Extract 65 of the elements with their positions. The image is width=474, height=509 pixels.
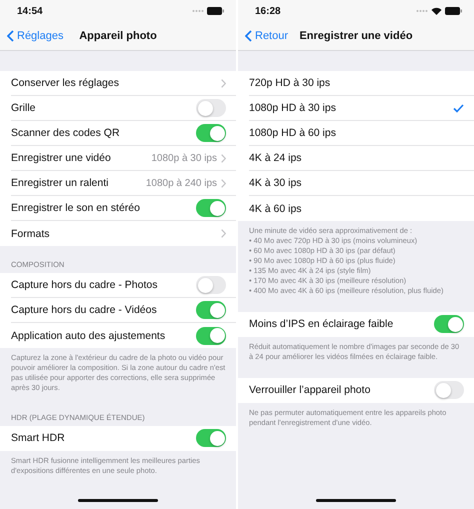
row-label: Verrouiller l’appareil photo bbox=[249, 384, 372, 396]
row-label: 4K à 24 ips bbox=[249, 152, 303, 164]
settings-row[interactable]: Enregistrer le son en stéréo bbox=[11, 196, 236, 221]
row-value: 1080p à 240 ips bbox=[146, 178, 217, 188]
row-label: 4K à 30 ips bbox=[249, 177, 303, 189]
status-time: 14:54 bbox=[17, 6, 43, 16]
row-label: Enregistrer une vidéo bbox=[11, 152, 112, 164]
settings-row[interactable]: Moins d’IPS en éclairage faible bbox=[249, 312, 474, 337]
chevron-right-icon bbox=[221, 154, 226, 162]
settings-row[interactable]: Smart HDR bbox=[11, 426, 236, 451]
status-time: 16:28 bbox=[255, 6, 281, 16]
toggle-switch[interactable] bbox=[196, 276, 226, 294]
settings-row[interactable]: Enregistrer un ralenti 1080p à 240 ips bbox=[11, 171, 236, 196]
option-row[interactable]: 1080p HD à 60 ips bbox=[249, 121, 474, 146]
row-label: 1080p HD à 60 ips bbox=[249, 127, 337, 139]
wifi-icon bbox=[431, 7, 442, 15]
back-button[interactable]: Retour bbox=[238, 30, 288, 42]
option-row[interactable]: 1080p HD à 30 ips bbox=[249, 96, 474, 121]
row-label: 4K à 60 ips bbox=[249, 202, 303, 214]
settings-row[interactable]: Capture hors du cadre - Vidéos bbox=[11, 298, 236, 323]
toggle-switch[interactable] bbox=[196, 199, 226, 217]
row-label: Formats bbox=[11, 228, 51, 240]
row-label: Moins d’IPS en éclairage faible bbox=[249, 318, 394, 330]
settings-row[interactable]: Conserver les réglages bbox=[11, 71, 236, 96]
toggle-switch[interactable] bbox=[196, 326, 226, 344]
row-label: 1080p HD à 30 ips bbox=[249, 102, 337, 114]
battery-icon bbox=[445, 7, 462, 15]
row-label: Application auto des ajustements bbox=[11, 330, 166, 342]
settings-row[interactable]: Application auto des ajustements bbox=[11, 323, 236, 348]
toggle-switch[interactable] bbox=[196, 124, 226, 142]
row-label: Smart HDR bbox=[11, 432, 66, 444]
toggle-switch[interactable] bbox=[196, 301, 226, 319]
row-label: Enregistrer un ralenti bbox=[11, 177, 110, 189]
row-label: Enregistrer le son en stéréo bbox=[11, 202, 141, 214]
back-button[interactable]: Réglages bbox=[0, 30, 64, 42]
settings-row[interactable]: Enregistrer une vidéo 1080p à 30 ips bbox=[11, 146, 236, 171]
toggle-switch[interactable] bbox=[196, 429, 226, 448]
settings-row[interactable]: Capture hors du cadre - Photos bbox=[11, 273, 236, 298]
signal-icon bbox=[192, 9, 204, 13]
signal-icon bbox=[416, 9, 428, 13]
settings-row[interactable]: Grille bbox=[11, 96, 236, 121]
toggle-switch[interactable] bbox=[196, 99, 226, 117]
row-label: 720p HD à 30 ips bbox=[249, 77, 332, 89]
settings-row[interactable]: Scanner des codes QR bbox=[11, 121, 236, 146]
row-value: 1080p à 30 ips bbox=[151, 152, 217, 164]
screen-title: Enregistrer une vidéo bbox=[298, 30, 414, 42]
option-row[interactable]: 4K à 24 ips bbox=[249, 146, 474, 171]
row-label: Conserver les réglages bbox=[11, 77, 120, 89]
option-row[interactable]: 720p HD à 30 ips bbox=[249, 71, 474, 96]
settings-row[interactable]: Formats bbox=[11, 221, 236, 246]
toggle-switch[interactable] bbox=[434, 381, 464, 400]
row-label: Capture hors du cadre - Photos bbox=[11, 279, 158, 291]
row-label: Grille bbox=[11, 102, 37, 114]
chevron-left-icon bbox=[245, 30, 252, 42]
option-row[interactable]: 4K à 30 ips bbox=[249, 171, 474, 196]
battery-icon bbox=[207, 7, 224, 15]
toggle-switch[interactable] bbox=[434, 315, 464, 334]
chevron-left-icon bbox=[7, 30, 14, 42]
chevron-right-icon bbox=[221, 78, 226, 88]
chevron-right-icon bbox=[221, 178, 226, 188]
row-label: Scanner des codes QR bbox=[11, 127, 121, 139]
option-row[interactable]: 4K à 60 ips bbox=[249, 196, 474, 221]
chevron-right-icon bbox=[221, 229, 226, 238]
row-label: Capture hors du cadre - Vidéos bbox=[11, 304, 158, 316]
settings-row[interactable]: Verrouiller l’appareil photo bbox=[249, 378, 474, 403]
